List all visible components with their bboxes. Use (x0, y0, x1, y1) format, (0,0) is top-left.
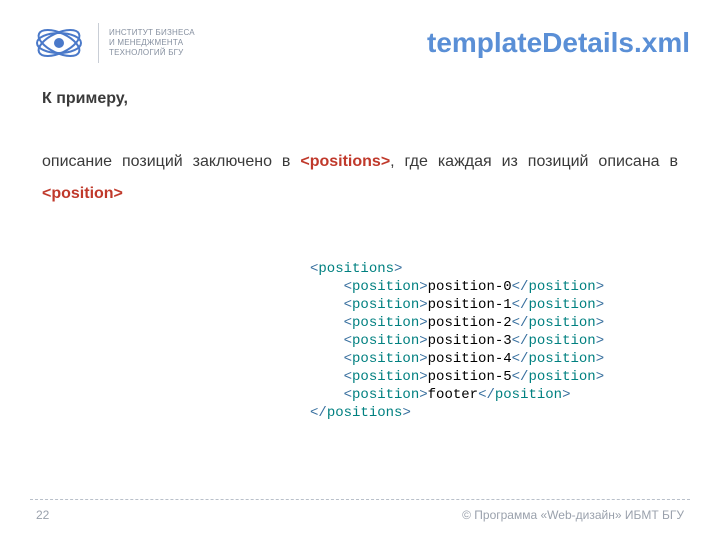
code-item: position-1 (428, 297, 512, 313)
institute-line3: ТЕХНОЛОГИЙ БГУ (109, 48, 183, 57)
page-number: 22 (36, 508, 49, 522)
code-item: position-0 (428, 279, 512, 295)
positions-tag: <positions> (300, 153, 390, 170)
body: К примеру, описание позиций заключено в … (42, 90, 678, 210)
footer-row: 22 © Программа «Web-дизайн» ИБМТ БГУ (30, 508, 690, 522)
institute-line1: ИНСТИТУТ БИЗНЕСА (109, 28, 195, 37)
logo-icon (30, 22, 88, 64)
header: ИНСТИТУТ БИЗНЕСА И МЕНЕДЖМЕНТА ТЕХНОЛОГИ… (30, 18, 690, 68)
code-block: <positions> <position>position-0</positi… (310, 260, 604, 422)
code-item: footer (428, 387, 478, 403)
desc-part1: описание позиций заключено в (42, 153, 300, 170)
description-text: описание позиций заключено в <positions>… (42, 146, 678, 210)
institute-text: ИНСТИТУТ БИЗНЕСА И МЕНЕДЖМЕНТА ТЕХНОЛОГИ… (109, 28, 195, 58)
code-item: position-5 (428, 369, 512, 385)
institute-line2: И МЕНЕДЖМЕНТА (109, 38, 183, 47)
code-item: position-4 (428, 351, 512, 367)
header-divider (98, 23, 99, 63)
slide: ИНСТИТУТ БИЗНЕСА И МЕНЕДЖМЕНТА ТЕХНОЛОГИ… (0, 0, 720, 540)
footer-divider (30, 499, 690, 500)
footer: 22 © Программа «Web-дизайн» ИБМТ БГУ (30, 499, 690, 522)
code-item: position-2 (428, 315, 512, 331)
desc-part2: , где каждая из позиций описана в (390, 153, 678, 170)
position-tag: <position> (42, 185, 123, 202)
footer-credit: © Программа «Web-дизайн» ИБМТ БГУ (462, 508, 684, 522)
code-item: position-3 (428, 333, 512, 349)
page-title: templateDetails.xml (427, 27, 690, 59)
intro-text: К примеру, (42, 90, 678, 108)
